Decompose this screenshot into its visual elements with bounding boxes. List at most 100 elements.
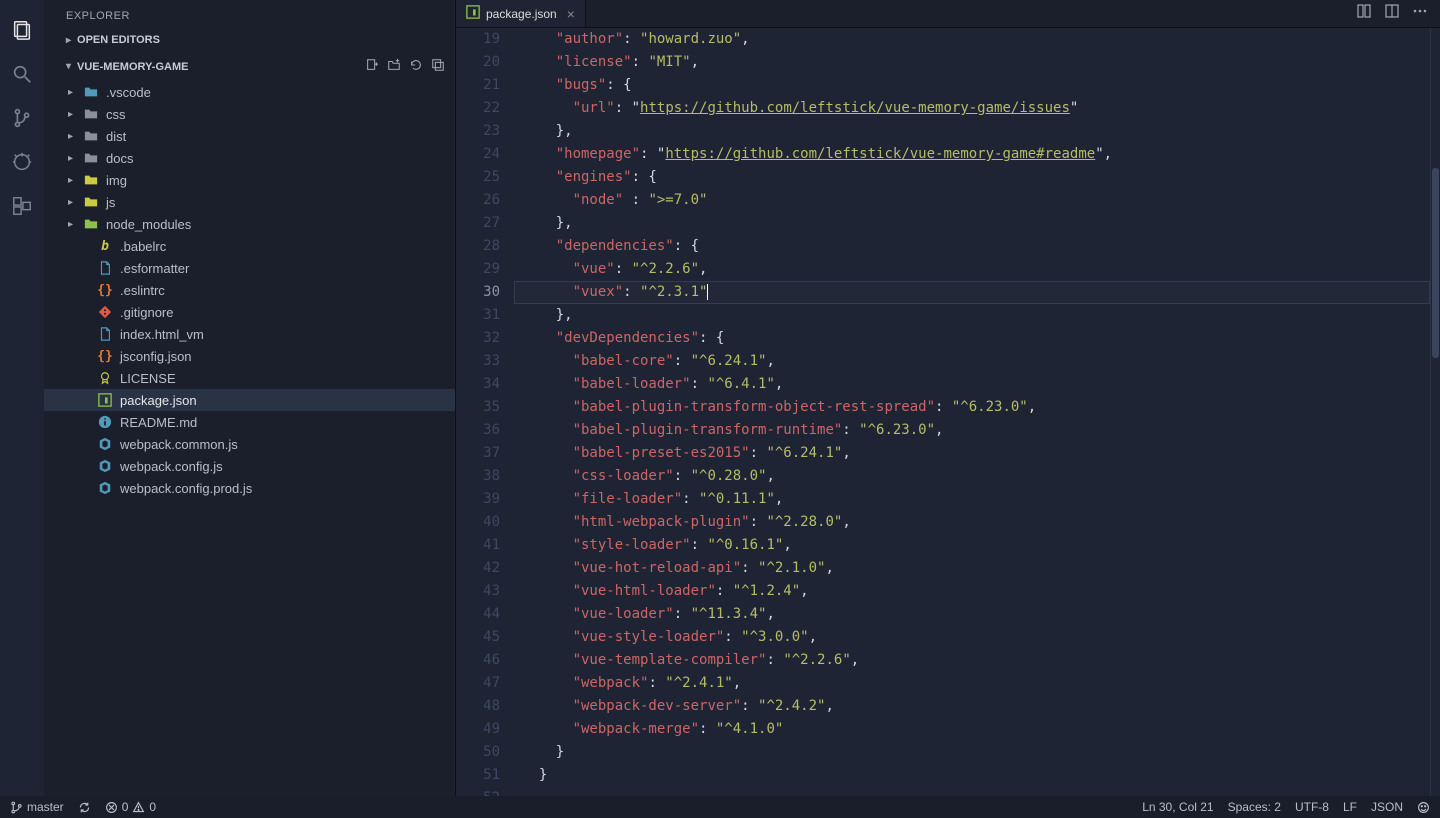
- tree-item-label: webpack.config.prod.js: [120, 481, 252, 496]
- folder-icon: [82, 107, 100, 121]
- tab-package-json[interactable]: package.json ×: [456, 0, 586, 27]
- git-icon[interactable]: [0, 96, 44, 140]
- file-tree: ▸.vscode▸css▸dist▸docs▸img▸js▸node_modul…: [44, 81, 455, 796]
- brace-icon: {}: [96, 283, 114, 298]
- tree-item-label: index.html_vm: [120, 327, 204, 342]
- folder-item[interactable]: ▸ dist: [44, 125, 455, 147]
- folder-item[interactable]: ▸ docs: [44, 147, 455, 169]
- status-eol[interactable]: LF: [1343, 800, 1357, 814]
- folder-icon: [82, 217, 100, 231]
- project-label: VUE-MEMORY-GAME: [77, 61, 188, 73]
- folder-icon: [82, 129, 100, 143]
- tree-item-label: .vscode: [106, 85, 151, 100]
- folder-item[interactable]: ▸ css: [44, 103, 455, 125]
- new-file-icon[interactable]: [365, 58, 379, 75]
- chevron-right-icon: ▸: [68, 87, 82, 98]
- editor-actions: [1344, 0, 1440, 27]
- branch-label: master: [27, 800, 64, 814]
- code[interactable]: "author": "howard.zuo", "license": "MIT"…: [514, 28, 1430, 796]
- errors-count: 0: [122, 800, 129, 814]
- tree-item-label: LICENSE: [120, 371, 176, 386]
- status-spaces[interactable]: Spaces: 2: [1228, 800, 1281, 814]
- file-item[interactable]: {}jsconfig.json: [44, 345, 455, 367]
- file-item[interactable]: package.json: [44, 389, 455, 411]
- webpack-icon: [96, 437, 114, 451]
- chevron-right-icon: ▸: [68, 153, 82, 164]
- status-position[interactable]: Ln 30, Col 21: [1142, 800, 1213, 814]
- scrollbar-thumb[interactable]: [1432, 168, 1439, 358]
- tree-item-label: webpack.config.js: [120, 459, 223, 474]
- tree-item-label: .eslintrc: [120, 283, 165, 298]
- activity-bar: [0, 0, 44, 796]
- tree-item-label: img: [106, 173, 127, 188]
- babel-icon: b: [96, 239, 114, 254]
- webpack-icon: [96, 481, 114, 495]
- tree-item-label: dist: [106, 129, 126, 144]
- chevron-right-icon: ▸: [66, 35, 71, 46]
- status-encoding[interactable]: UTF-8: [1295, 800, 1329, 814]
- folder-item[interactable]: ▸img: [44, 169, 455, 191]
- new-folder-icon[interactable]: [387, 58, 401, 75]
- tree-item-label: docs: [106, 151, 133, 166]
- tree-item-label: README.md: [120, 415, 197, 430]
- search-icon[interactable]: [0, 52, 44, 96]
- folder-icon: [82, 195, 100, 209]
- folder-icon: [82, 173, 100, 187]
- folder-item[interactable]: ▸node_modules: [44, 213, 455, 235]
- file-item[interactable]: webpack.config.js: [44, 455, 455, 477]
- editor-area: package.json × 1920212223242526272829303…: [456, 0, 1440, 796]
- status-problems[interactable]: 0 0: [105, 800, 156, 814]
- scrollbar[interactable]: [1430, 28, 1440, 796]
- tree-item-label: js: [106, 195, 115, 210]
- tree-item-label: .esformatter: [120, 261, 189, 276]
- split-icon[interactable]: [1384, 3, 1400, 24]
- file-item[interactable]: webpack.config.prod.js: [44, 477, 455, 499]
- file-item[interactable]: b .babelrc: [44, 235, 455, 257]
- extensions-icon[interactable]: [0, 184, 44, 228]
- open-editors-header[interactable]: ▸ OPEN EDITORS: [44, 28, 455, 52]
- folder-item[interactable]: ▸ js: [44, 191, 455, 213]
- project-actions: [365, 58, 445, 75]
- chevron-right-icon: ▸: [68, 109, 82, 120]
- statusbar: master 0 0 Ln 30, Col 21 Spaces: 2 UTF-8…: [0, 796, 1440, 818]
- refresh-icon[interactable]: [409, 58, 423, 75]
- gutter: 1920212223242526272829303132333435363738…: [456, 28, 514, 796]
- tree-item-label: .babelrc: [120, 239, 166, 254]
- tab-label: package.json: [486, 7, 557, 21]
- npm-icon: [96, 393, 114, 407]
- file-item[interactable]: webpack.common.js: [44, 433, 455, 455]
- file-item[interactable]: README.md: [44, 411, 455, 433]
- chevron-right-icon: ▸: [68, 219, 82, 230]
- brace-icon: {}: [96, 349, 114, 364]
- status-branch[interactable]: master: [10, 800, 64, 814]
- project-header[interactable]: ▾ VUE-MEMORY-GAME: [44, 52, 455, 81]
- file-item[interactable]: index.html_vm: [44, 323, 455, 345]
- tree-item-label: package.json: [120, 393, 197, 408]
- file-item[interactable]: .gitignore: [44, 301, 455, 323]
- compare-icon[interactable]: [1356, 3, 1372, 24]
- chevron-right-icon: ▸: [68, 131, 82, 142]
- explorer-icon[interactable]: [0, 8, 44, 52]
- info-icon: [96, 415, 114, 429]
- chevron-right-icon: ▸: [68, 197, 82, 208]
- folder-item[interactable]: ▸ .vscode: [44, 81, 455, 103]
- status-feedback[interactable]: [1417, 801, 1430, 814]
- status-language[interactable]: JSON: [1371, 800, 1403, 814]
- tree-item-label: webpack.common.js: [120, 437, 238, 452]
- cert-icon: [96, 371, 114, 385]
- more-icon[interactable]: [1412, 3, 1428, 24]
- file-icon: [96, 261, 114, 275]
- chevron-down-icon: ▾: [66, 61, 71, 72]
- tree-item-label: css: [106, 107, 126, 122]
- sidebar: EXPLORER ▸ OPEN EDITORS ▾ VUE-MEMORY-GAM…: [44, 0, 456, 796]
- webpack-icon: [96, 459, 114, 473]
- file-item[interactable]: LICENSE: [44, 367, 455, 389]
- editor[interactable]: 1920212223242526272829303132333435363738…: [456, 28, 1440, 796]
- open-editors-label: OPEN EDITORS: [77, 34, 160, 46]
- collapse-icon[interactable]: [431, 58, 445, 75]
- file-item[interactable]: .esformatter: [44, 257, 455, 279]
- debug-icon[interactable]: [0, 140, 44, 184]
- status-sync[interactable]: [78, 801, 91, 814]
- close-icon[interactable]: ×: [567, 6, 575, 22]
- file-item[interactable]: {} .eslintrc: [44, 279, 455, 301]
